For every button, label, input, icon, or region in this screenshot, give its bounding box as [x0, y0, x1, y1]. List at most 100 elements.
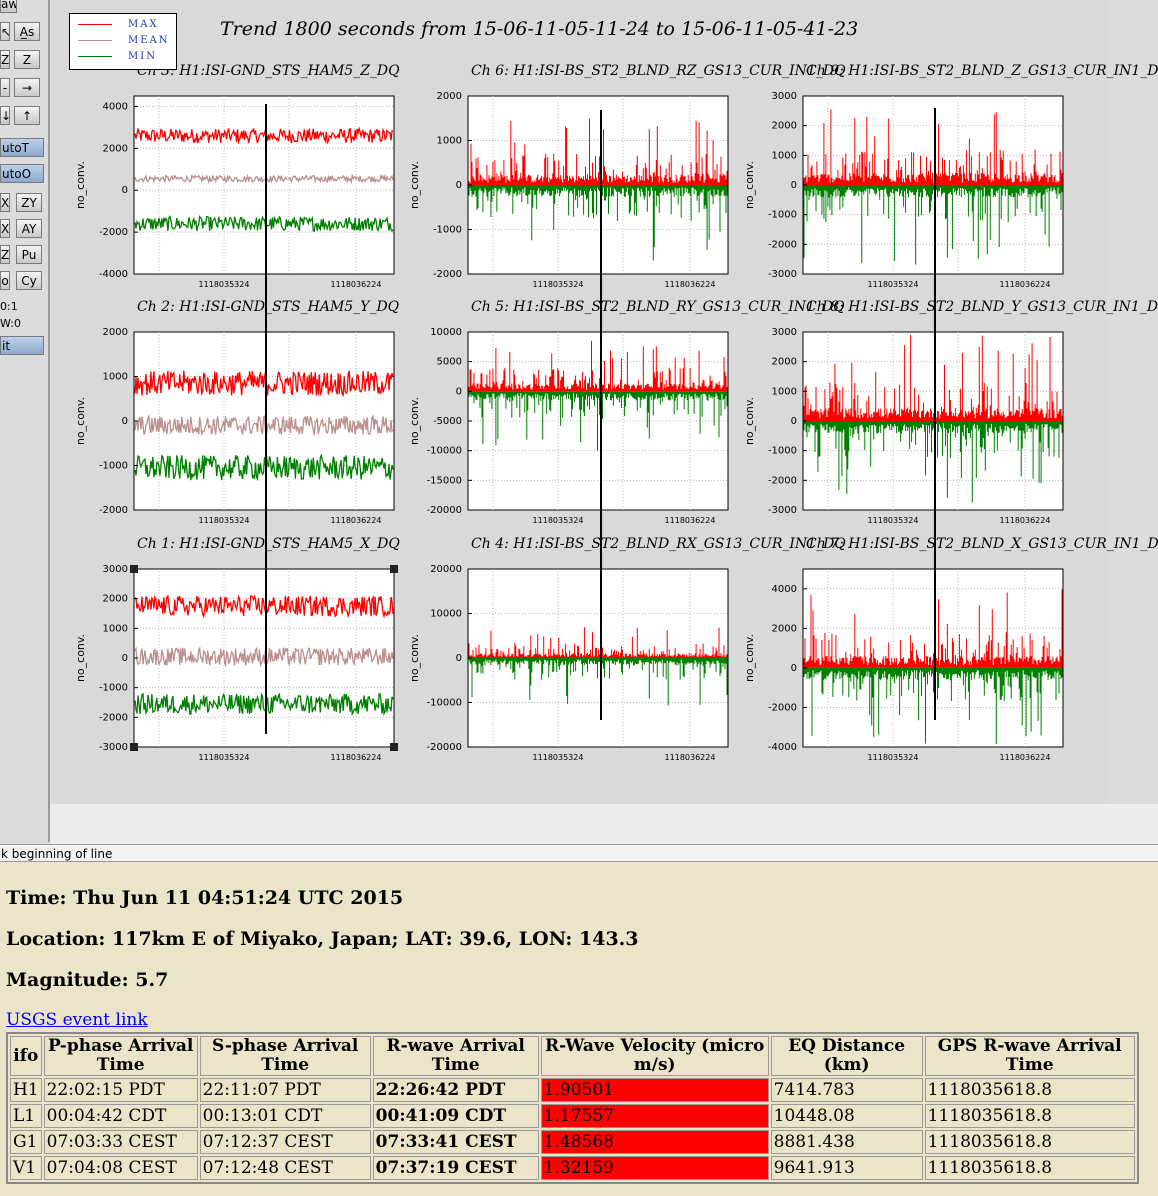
- y-axis-label: no_conv.: [408, 634, 421, 682]
- y-tick-label: 20000: [430, 564, 462, 575]
- y-axis-label: no_conv.: [408, 161, 421, 209]
- chart-title: Ch 1: H1:ISI-GND_STS_HAM5_X_DQ: [137, 536, 400, 552]
- y-tick-label: 1000: [103, 372, 128, 383]
- chart-title: Ch 8: H1:ISI-BS_ST2_BLND_Y_GS13_CUR_IN1_…: [806, 299, 1158, 315]
- col-gps: GPS R-wave Arrival Time: [924, 1036, 1135, 1076]
- y-tick-label: 2000: [437, 91, 462, 102]
- y-tick-label: 1000: [437, 136, 462, 147]
- y-tick-label: 2000: [772, 121, 797, 132]
- y-tick-label: 4000: [103, 101, 128, 112]
- event-location: Location: 117km E of Miyako, Japan; LAT:…: [6, 928, 639, 950]
- legend-min: MIN: [78, 51, 157, 65]
- y-tick-label: 1000: [772, 150, 797, 161]
- col-s-phase: S-phase Arrival Time: [199, 1036, 371, 1076]
- y-tick-label: -2000: [99, 227, 128, 238]
- y-tick-label: 4000: [772, 584, 797, 595]
- y-tick-label: -1000: [768, 446, 797, 457]
- y-tick-label: 2000: [103, 143, 128, 154]
- selection-handle: [390, 743, 398, 751]
- x-tick-label: 1118035324: [199, 753, 250, 762]
- y-tick-label: -2000: [99, 712, 128, 723]
- usgs-event-link[interactable]: USGS event link: [6, 1010, 148, 1030]
- y-tick-label: -2000: [433, 269, 462, 280]
- ifo-cell: V1: [10, 1156, 42, 1180]
- gps-cell: 1118035618.8: [924, 1156, 1135, 1180]
- ifo-cell: G1: [10, 1130, 42, 1154]
- s-phase-cell: 07:12:37 CEST: [199, 1130, 371, 1154]
- trend-chart: Ch 1: H1:ISI-GND_STS_HAM5_X_DQ 3000 2000 10…: [74, 536, 400, 762]
- y-axis-label: no_conv.: [74, 397, 87, 445]
- y-axis-label: no_conv.: [74, 161, 87, 209]
- ifo-cell: L1: [10, 1104, 42, 1128]
- status-bar: k beginning of line: [0, 844, 1158, 862]
- trend-chart: Ch 4: H1:ISI-BS_ST2_BLND_RX_GS13_CUR_IN1…: [408, 536, 846, 762]
- y-tick-label: 1000: [772, 386, 797, 397]
- y-tick-label: -1000: [99, 683, 128, 694]
- y-tick-label: -15000: [427, 475, 462, 486]
- y-tick-label: -20000: [427, 742, 462, 753]
- distance-cell: 10448.08: [770, 1104, 923, 1128]
- x-tick-label: 1118035324: [868, 753, 919, 762]
- x-tick-label: 1118036224: [1000, 280, 1051, 289]
- distance-cell: 9641.913: [770, 1156, 923, 1180]
- velocity-cell: 1.32159: [540, 1156, 769, 1180]
- col-r-wave: R-wave Arrival Time: [372, 1036, 539, 1076]
- p-phase-cell: 22:02:15 PDT: [43, 1078, 198, 1102]
- y-tick-label: -3000: [99, 742, 128, 753]
- ifo-cell: H1: [10, 1078, 42, 1102]
- y-tick-label: 0: [122, 416, 128, 427]
- r-wave-cell: 07:37:19 CEST: [372, 1156, 539, 1180]
- y-tick-label: -2000: [768, 239, 797, 250]
- y-tick-label: 2000: [772, 357, 797, 368]
- trend-chart: Ch 2: H1:ISI-GND_STS_HAM5_Y_DQ 2000 1000 0 -…: [74, 299, 400, 525]
- selection-handle: [130, 743, 138, 751]
- y-tick-label: 2000: [772, 623, 797, 634]
- distance-cell: 7414.783: [770, 1078, 923, 1102]
- s-phase-cell: 00:13:01 CDT: [199, 1104, 371, 1128]
- p-phase-cell: 07:04:08 CEST: [43, 1156, 198, 1180]
- plot-area: [133, 95, 395, 275]
- event-info: Time: Thu Jun 11 04:51:24 UTC 2015 Locat…: [6, 884, 1156, 1007]
- y-tick-label: 3000: [103, 564, 128, 575]
- y-tick-label: -10000: [427, 698, 462, 709]
- legend-mean: MEAN: [78, 35, 170, 49]
- y-tick-label: 2000: [103, 327, 128, 338]
- chart-title: Ch 7: H1:ISI-BS_ST2_BLND_X_GS13_CUR_IN1_…: [806, 536, 1158, 552]
- y-tick-label: 0: [791, 416, 797, 427]
- chart-title: Ch 6: H1:ISI-BS_ST2_BLND_RZ_GS13_CUR_IN1…: [471, 63, 846, 79]
- velocity-cell: 1.48568: [540, 1130, 769, 1154]
- selection-handle: [130, 565, 138, 573]
- y-tick-label: -1000: [99, 461, 128, 472]
- gps-cell: 1118035618.8: [924, 1078, 1135, 1102]
- col-ifo: ifo: [10, 1036, 42, 1076]
- x-tick-label: 1118036224: [1000, 753, 1051, 762]
- table-row: L1 00:04:42 CDT 00:13:01 CDT 00:41:09 CDT 1.…: [10, 1104, 1135, 1128]
- y-tick-label: 3000: [772, 91, 797, 102]
- y-tick-label: 0: [791, 663, 797, 674]
- velocity-cell: 1.17557: [540, 1104, 769, 1128]
- y-tick-label: 10000: [430, 327, 462, 338]
- col-distance: EQ Distance (km): [770, 1036, 923, 1076]
- legend: MAX MEAN MIN: [69, 13, 177, 70]
- y-tick-label: -4000: [768, 742, 797, 753]
- legend-max: MAX: [78, 19, 159, 33]
- p-phase-cell: 00:04:42 CDT: [43, 1104, 198, 1128]
- gps-cell: 1118035618.8: [924, 1130, 1135, 1154]
- y-axis-label: no_conv.: [408, 397, 421, 445]
- event-magnitude: Magnitude: 5.7: [6, 969, 169, 991]
- event-time: Time: Thu Jun 11 04:51:24 UTC 2015: [6, 887, 404, 909]
- distance-cell: 8881.438: [770, 1130, 923, 1154]
- table-header-row: ifo P-phase Arrival Time S-phase Arrival…: [10, 1036, 1135, 1076]
- y-tick-label: 0: [122, 185, 128, 196]
- y-tick-label: -2000: [768, 475, 797, 486]
- y-axis-label: no_conv.: [74, 634, 87, 682]
- y-axis-label: no_conv.: [743, 634, 756, 682]
- chart-title: Ch 5: H1:ISI-BS_ST2_BLND_RY_GS13_CUR_IN1…: [471, 299, 845, 315]
- canvas-scroll-area: [50, 804, 1158, 844]
- col-p-phase: P-phase Arrival Time: [43, 1036, 198, 1076]
- x-tick-label: 1118035324: [533, 280, 584, 289]
- y-tick-label: -3000: [768, 269, 797, 280]
- x-tick-label: 1118035324: [868, 280, 919, 289]
- p-phase-cell: 07:03:33 CEST: [43, 1130, 198, 1154]
- x-tick-label: 1118036224: [331, 516, 382, 525]
